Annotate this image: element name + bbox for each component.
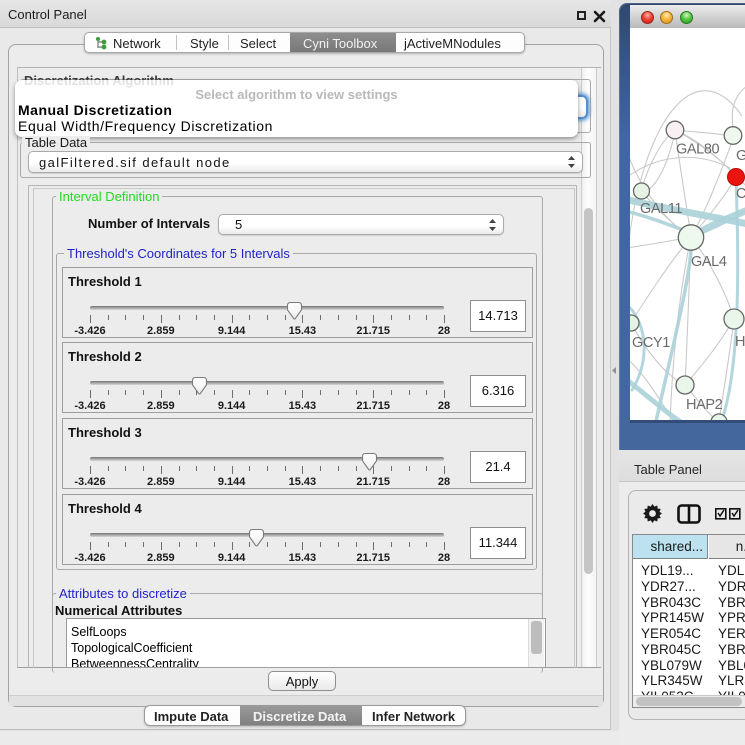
svg-text:G.: G.: [736, 148, 745, 164]
svg-text:C: C: [736, 186, 745, 202]
svg-text:GCY1: GCY1: [632, 335, 670, 351]
svg-text:HAP2: HAP2: [686, 397, 723, 413]
svg-text:H: H: [735, 334, 745, 350]
svg-text:GAL4: GAL4: [691, 254, 727, 270]
svg-text:GAL80: GAL80: [676, 142, 719, 158]
svg-text:GAL11: GAL11: [640, 201, 682, 217]
